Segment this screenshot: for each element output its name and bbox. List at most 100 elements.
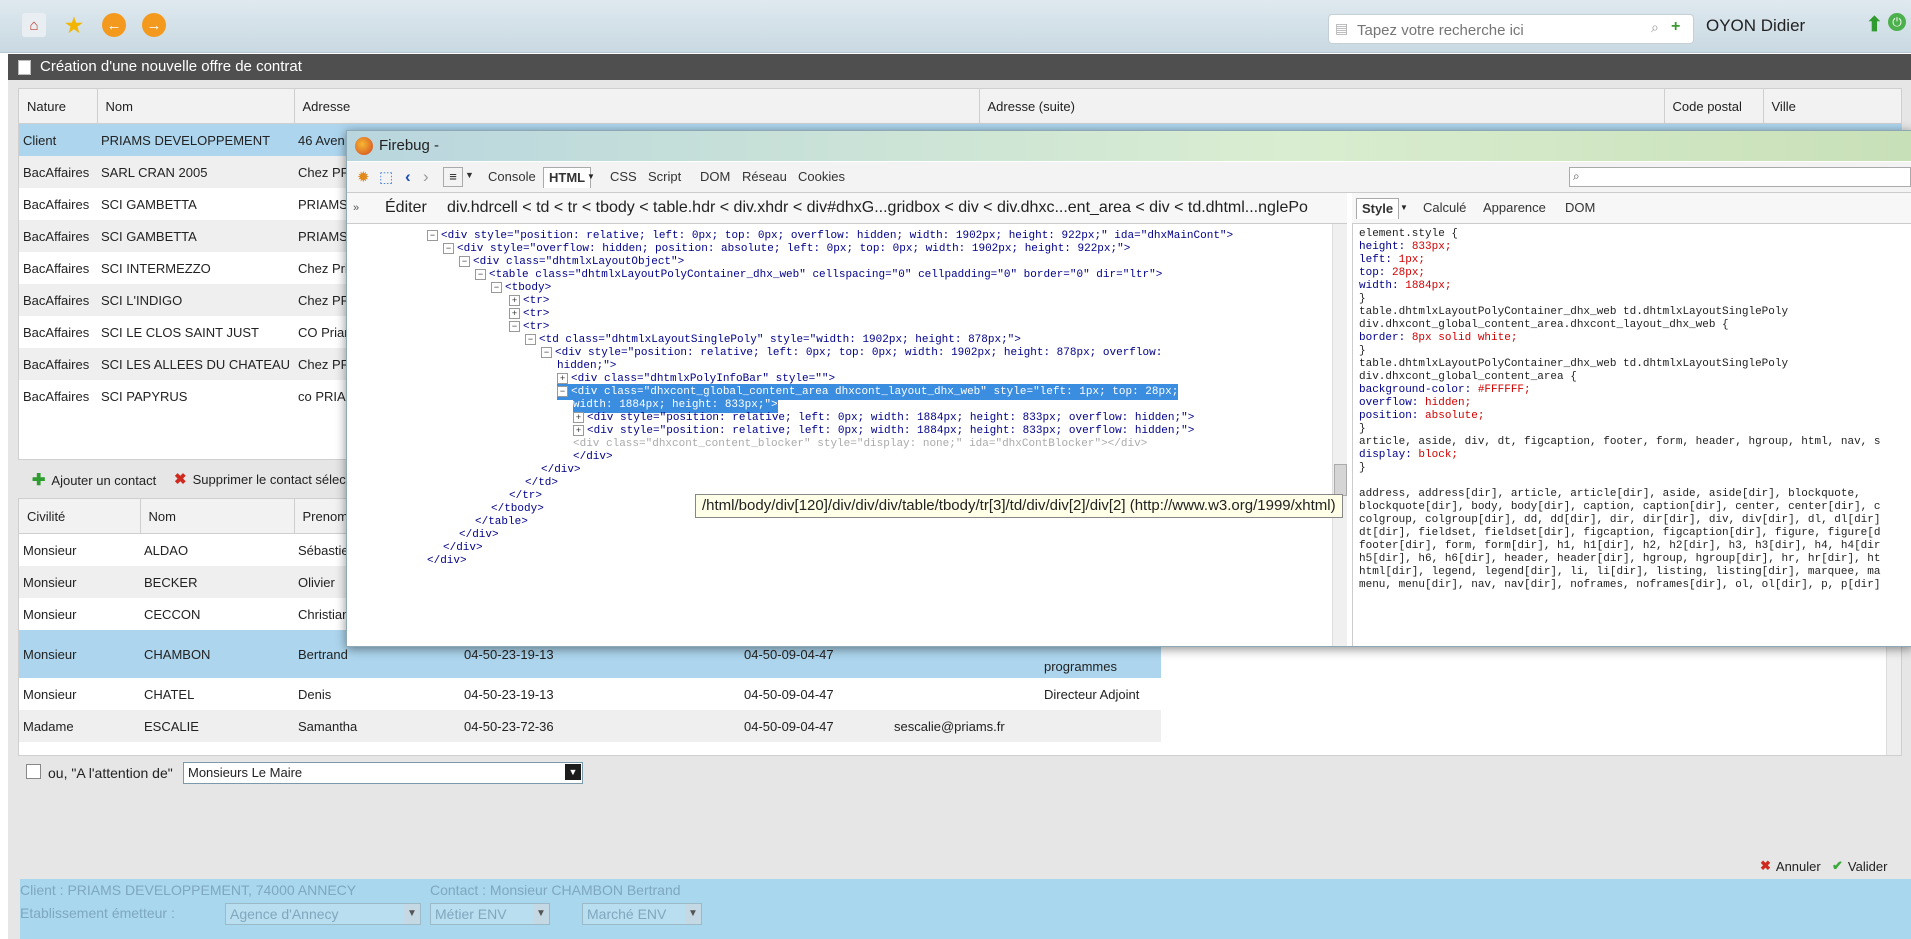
collapse-node-icon[interactable]: −: [509, 320, 520, 332]
cell-fax: 04-50-09-04-47: [740, 678, 890, 710]
html-node-line[interactable]: − <div style="position: relative; left: 0…: [541, 345, 1162, 361]
html-node-line[interactable]: <div class="dhxcont_content_blocker" sty…: [573, 436, 1147, 452]
collapse-node-icon[interactable]: −: [491, 281, 502, 293]
collapse-node-icon[interactable]: −: [459, 255, 470, 267]
cell-civilite: Madame: [19, 710, 140, 742]
add-search-icon[interactable]: +: [1671, 18, 1680, 36]
tab-css[interactable]: CSS: [605, 167, 642, 187]
attention-select[interactable]: Monsieurs Le Maire ▼: [183, 762, 583, 784]
search-input[interactable]: [1355, 19, 1649, 41]
firebug-bug-icon[interactable]: ✹: [357, 168, 370, 186]
column-header-ville[interactable]: Ville: [1763, 89, 1901, 124]
expand-panel-icon[interactable]: »: [353, 193, 359, 223]
power-icon[interactable]: ⏻: [1888, 13, 1906, 31]
html-tree-panel: − <div style="position: relative; left: 0…: [347, 224, 1347, 646]
expand-node-icon[interactable]: +: [509, 307, 520, 319]
style-rule-line[interactable]: }: [1359, 460, 1366, 476]
collapse-node-icon[interactable]: −: [443, 242, 454, 254]
style-rule-line[interactable]: width: 1884px;: [1359, 278, 1451, 294]
cell-nature: BacAffaires: [19, 380, 97, 412]
expand-node-icon[interactable]: +: [509, 294, 520, 306]
validate-button[interactable]: ✔ Valider: [1832, 858, 1887, 874]
firebug-window: Firebug - ✹ ⬚ ‹ › ≡ ▼ Console HTML ▼ CSS…: [346, 130, 1911, 647]
tab-cookies[interactable]: Cookies: [793, 167, 850, 187]
collapse-node-icon[interactable]: −: [525, 333, 536, 345]
marche-select[interactable]: Marché ENV ▼: [582, 903, 702, 925]
html-node-text: <table class="dhtmlxLayoutPolyContainer_…: [489, 269, 1163, 281]
inspect-icon[interactable]: ⬚: [379, 168, 393, 186]
collapse-node-icon[interactable]: −: [541, 346, 552, 358]
column-header-adresse[interactable]: Adresse: [294, 89, 980, 124]
side-tab-apparence[interactable]: Apparence: [1478, 198, 1551, 218]
cancel-button[interactable]: ✖ Annuler: [1760, 858, 1821, 874]
html-tree-scrollbar[interactable]: [1332, 224, 1347, 646]
back-icon[interactable]: ‹: [405, 167, 411, 187]
tab-script[interactable]: Script: [643, 167, 686, 187]
expand-node-icon[interactable]: +: [573, 424, 584, 436]
user-name[interactable]: OYON Didier: [1706, 16, 1805, 36]
contact-info: Contact : Monsieur CHAMBON Bertrand: [430, 882, 681, 898]
column-header-nom[interactable]: Nom: [140, 499, 295, 534]
etablissement-label: Etablissement émetteur :: [20, 905, 175, 921]
style-rule-line[interactable]: display: block;: [1359, 447, 1458, 463]
html-node-line[interactable]: </div>: [427, 553, 467, 569]
back-arrow-icon[interactable]: ←: [102, 13, 126, 37]
cell-nom: CHATEL: [140, 678, 294, 710]
column-header-nature[interactable]: Nature: [19, 89, 98, 124]
table-row[interactable]: Madame ESCALIE Samantha 04-50-23-72-36 04-50…: [19, 710, 1161, 742]
side-tab-style[interactable]: Style: [1356, 198, 1400, 219]
panel-title: Création d'une nouvelle offre de contrat: [40, 58, 302, 75]
cell-nature: BacAffaires: [19, 252, 97, 284]
forward-icon[interactable]: ›: [423, 167, 429, 187]
chevron-down-icon[interactable]: ▼: [465, 170, 474, 180]
column-header-civilite[interactable]: Civilité: [19, 499, 141, 534]
tab-reseau[interactable]: Réseau: [737, 167, 792, 187]
home-icon[interactable]: ⌂: [22, 13, 46, 37]
side-tab-dom[interactable]: DOM: [1560, 198, 1600, 218]
edit-button[interactable]: Éditer: [385, 193, 427, 223]
chevron-down-icon: ▼: [404, 904, 420, 924]
upload-arrow-icon[interactable]: ⬆: [1866, 12, 1883, 37]
breadcrumb-path[interactable]: div.hdrcell < td < tr < tbody < table.hd…: [447, 193, 1308, 223]
chevron-down-icon[interactable]: ▼: [565, 764, 581, 780]
delete-contact-button[interactable]: ✖ Supprimer le contact sélect: [174, 470, 349, 488]
style-rule-line[interactable]: border: 8px solid white;: [1359, 330, 1517, 346]
collapse-node-icon[interactable]: −: [427, 229, 438, 241]
add-contact-button[interactable]: ✚ Ajouter un contact: [32, 470, 156, 490]
collapse-node-icon[interactable]: −: [557, 385, 568, 397]
cell-nature: BacAffaires: [19, 348, 97, 380]
side-tab-calcule[interactable]: Calculé: [1418, 198, 1471, 218]
cell-telephone: 04-50-23-19-13: [440, 678, 740, 710]
cell-email: sescalie@priams.fr: [890, 710, 1040, 742]
collapse-node-icon[interactable]: −: [475, 268, 486, 280]
forward-arrow-icon[interactable]: →: [142, 13, 166, 37]
style-rule-line[interactable]: menu, menu[dir], nav, nav[dir], noframes…: [1359, 577, 1881, 593]
column-header-nom[interactable]: Nom: [97, 89, 295, 124]
attention-checkbox[interactable]: [26, 764, 41, 779]
agence-value: Agence d'Annecy: [230, 906, 339, 922]
tab-console[interactable]: Console: [483, 167, 541, 187]
agence-select[interactable]: Agence d'Annecy ▼: [225, 903, 421, 925]
metier-select[interactable]: Métier ENV ▼: [430, 903, 550, 925]
expand-node-icon[interactable]: +: [573, 411, 584, 423]
cell-nom: CECCON: [140, 598, 294, 630]
menu-icon[interactable]: ≡: [443, 167, 463, 187]
firebug-search-box[interactable]: ⌕: [1569, 167, 1911, 187]
tab-html[interactable]: HTML: [543, 167, 592, 188]
checkmark-icon: ✔: [1832, 858, 1843, 873]
chevron-down-icon[interactable]: ▼: [1400, 203, 1408, 212]
column-header-adresse-suite[interactable]: Adresse (suite): [979, 89, 1665, 124]
cell-nom: SCI GAMBETTA: [97, 188, 294, 220]
tab-dom[interactable]: DOM: [695, 167, 735, 187]
expand-node-icon[interactable]: +: [557, 372, 568, 384]
html-node-line[interactable]: − <table class="dhtmlxLayoutPolyContainer…: [475, 267, 1162, 283]
scrollbar-thumb[interactable]: [1334, 464, 1347, 496]
chevron-down-icon[interactable]: ▼: [587, 172, 595, 181]
column-header-code-postal[interactable]: Code postal: [1664, 89, 1764, 124]
cell-telephone: 04-50-23-72-36: [440, 710, 740, 742]
table-row[interactable]: Monsieur CHATEL Denis 04-50-23-19-13 04-50-0…: [19, 678, 1161, 710]
favorite-star-icon[interactable]: ★: [62, 13, 86, 37]
style-rule-line[interactable]: position: absolute;: [1359, 408, 1484, 424]
cell-fonction: Directeur Adjoint: [1040, 678, 1161, 710]
search-icon[interactable]: ⌕: [1651, 19, 1659, 36]
